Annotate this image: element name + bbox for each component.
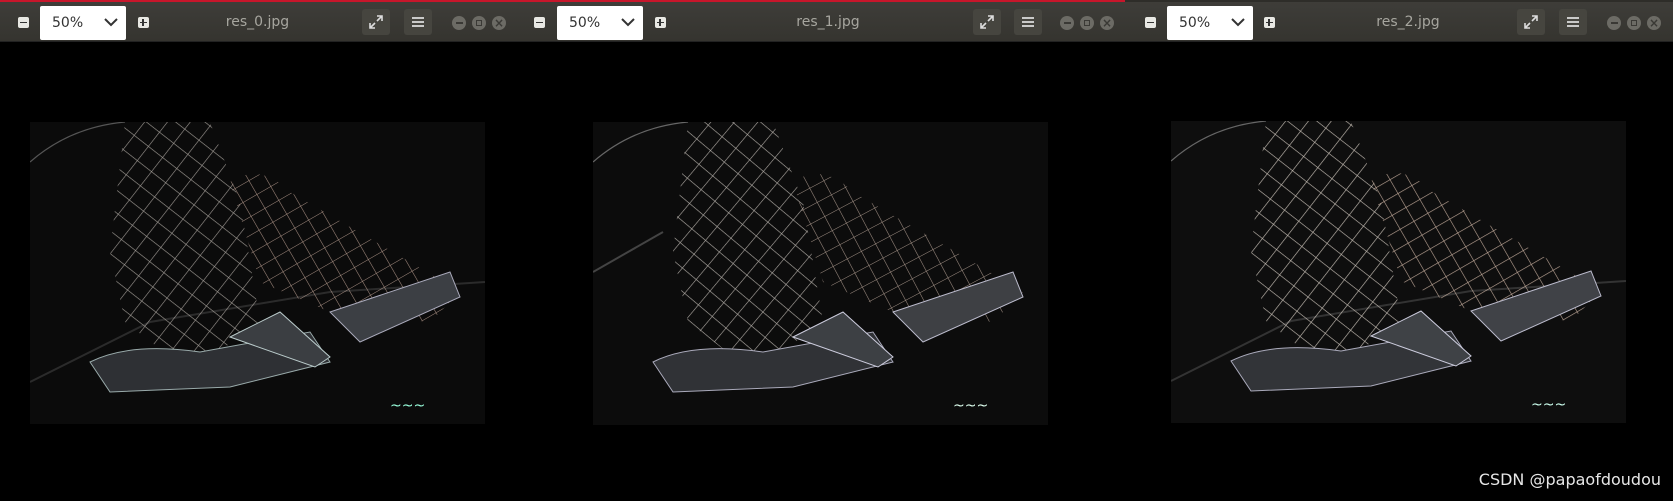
maximize-button[interactable] <box>472 16 486 30</box>
svg-text:~~~: ~~~ <box>390 398 425 414</box>
zoom-in-button[interactable] <box>132 11 154 33</box>
zoom-value: 50% <box>1179 15 1211 31</box>
viewer-window-res1: 50% res_1.jpg × ~~~ <box>518 0 1125 501</box>
viewer-window-res0: 50% res_0.jpg × ~~~ <box>0 0 518 501</box>
fullscreen-button[interactable] <box>973 9 1001 35</box>
chevron-down-icon <box>104 18 118 27</box>
zoom-in-icon <box>654 16 666 28</box>
menu-button[interactable] <box>1014 9 1042 35</box>
window-title: res_0.jpg <box>225 14 290 30</box>
fullscreen-button[interactable] <box>362 9 390 35</box>
svg-text:~~~: ~~~ <box>953 398 988 414</box>
zoom-value: 50% <box>569 15 601 31</box>
minimize-button[interactable] <box>1060 16 1074 30</box>
fullscreen-icon <box>369 15 383 29</box>
close-button[interactable] <box>492 16 506 30</box>
svg-text:~~~: ~~~ <box>1531 397 1566 413</box>
fullscreen-icon <box>980 15 994 29</box>
zoom-out-icon <box>1144 16 1156 28</box>
menu-icon <box>412 17 424 27</box>
zoom-out-icon <box>17 16 29 28</box>
chevron-down-icon <box>1231 18 1245 27</box>
close-button[interactable] <box>1647 16 1661 30</box>
zoom-out-button[interactable] <box>12 11 34 33</box>
viewer-window-res2: 50% res_2.jpg × ~~~ CSDN @papaofdoudou <box>1125 0 1673 501</box>
zoom-in-icon <box>137 16 149 28</box>
window-title: res_1.jpg <box>796 14 860 30</box>
minimize-button[interactable] <box>452 16 466 30</box>
titlebar[interactable]: 50% res_0.jpg <box>0 0 518 42</box>
zoom-select[interactable]: 50% <box>1167 6 1253 40</box>
watermark-text: CSDN @papaofdoudou <box>1478 470 1661 489</box>
image-view: ~~~ <box>1171 121 1626 423</box>
zoom-select[interactable]: 50% <box>40 6 126 40</box>
chevron-down-icon <box>621 18 635 27</box>
emboss-image: ~~~ <box>30 122 485 424</box>
titlebar[interactable]: 50% res_1.jpg <box>518 0 1125 42</box>
zoom-out-icon <box>533 16 545 28</box>
close-button[interactable] <box>1100 16 1114 30</box>
minimize-button[interactable] <box>1607 16 1621 30</box>
zoom-select[interactable]: 50% <box>557 6 643 40</box>
fullscreen-button[interactable] <box>1517 9 1545 35</box>
window-title: res_2.jpg <box>1376 14 1440 30</box>
zoom-out-button[interactable] <box>528 11 550 33</box>
zoom-out-button[interactable] <box>1139 11 1161 33</box>
titlebar[interactable]: 50% res_2.jpg <box>1125 0 1673 42</box>
menu-button[interactable] <box>404 9 432 35</box>
menu-icon <box>1567 17 1579 27</box>
image-view: ~~~ <box>30 122 485 424</box>
maximize-button[interactable] <box>1080 16 1094 30</box>
fullscreen-icon <box>1524 15 1538 29</box>
zoom-in-button[interactable] <box>1258 11 1280 33</box>
maximize-button[interactable] <box>1627 16 1641 30</box>
emboss-image: ~~~ <box>1171 121 1626 423</box>
zoom-in-button[interactable] <box>649 11 671 33</box>
zoom-value: 50% <box>52 15 84 31</box>
emboss-image: ~~~ <box>593 122 1048 425</box>
menu-button[interactable] <box>1559 9 1587 35</box>
image-view: ~~~ <box>593 122 1048 425</box>
menu-icon <box>1022 17 1034 27</box>
zoom-in-icon <box>1263 16 1275 28</box>
